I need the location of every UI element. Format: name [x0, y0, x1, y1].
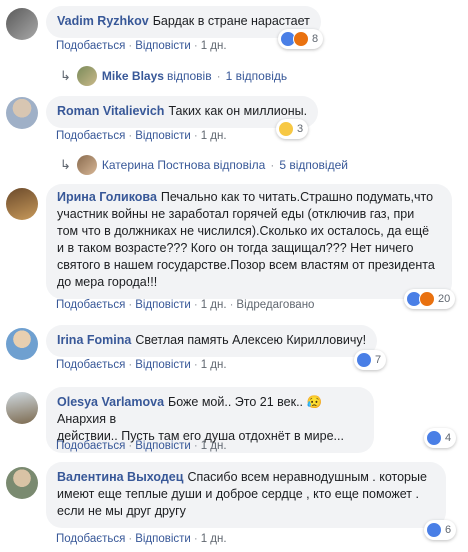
- reaction-count: 7: [375, 354, 382, 366]
- like-link[interactable]: Подобається: [56, 359, 125, 371]
- comment-author[interactable]: Irina Fomina: [57, 333, 131, 347]
- reply-arrow-icon: ↳: [60, 68, 71, 83]
- timestamp[interactable]: 1 дн.: [201, 533, 227, 545]
- like-reaction-icon: [426, 430, 442, 446]
- like-link[interactable]: Подобається: [56, 130, 125, 142]
- avatar: [76, 66, 97, 86]
- edited-label: Відредаговано: [236, 299, 315, 311]
- avatar[interactable]: [6, 188, 38, 220]
- comment-text: Бардак в стране нарастает: [152, 14, 310, 28]
- reaction-count: 4: [445, 432, 452, 444]
- timestamp[interactable]: 1 дн.: [201, 440, 227, 452]
- reply-author: Катерина Постнова: [101, 158, 211, 172]
- comment-author[interactable]: Валентина Выходец: [57, 470, 183, 484]
- reply-link[interactable]: Відповісти: [135, 533, 191, 545]
- comment-author[interactable]: Roman Vitalievich: [57, 104, 164, 118]
- like-reaction-icon: [426, 522, 442, 538]
- avatar[interactable]: [6, 97, 38, 129]
- avatar: [76, 155, 97, 175]
- comment-author[interactable]: Olesya Varlamova: [57, 395, 164, 409]
- reply-link[interactable]: Відповісти: [135, 40, 191, 52]
- comment-text: Светлая память Алексею Кирилловичу!: [135, 333, 367, 347]
- avatar[interactable]: [6, 467, 38, 499]
- reply-arrow-icon: ↳: [60, 157, 71, 172]
- reply-link[interactable]: Відповісти: [135, 299, 191, 311]
- reply-count: 5 відповідей: [279, 158, 348, 172]
- reactions-badge[interactable]: 4: [424, 428, 457, 448]
- reactions-badge[interactable]: 6: [424, 520, 457, 540]
- comment-actions: Подобається · Відповісти · 1 дн.: [56, 130, 227, 142]
- reaction-count: 20: [438, 293, 451, 305]
- comment-author[interactable]: Vadim Ryzhkov: [57, 14, 149, 28]
- reactions-badge[interactable]: 20: [404, 289, 456, 309]
- timestamp[interactable]: 1 дн.: [201, 299, 227, 311]
- avatar[interactable]: [6, 392, 38, 424]
- comment-actions: Подобається · Відповісти · 1 дн.: [56, 40, 227, 52]
- reply-link[interactable]: Відповісти: [135, 359, 191, 371]
- comment-bubble: Irina Fomina Светлая память Алексею Кирил…: [46, 325, 378, 357]
- angry-reaction-icon: [293, 31, 309, 47]
- reply-count: 1 відповідь: [225, 69, 288, 83]
- comment-text: Таких как он миллионы.: [168, 104, 308, 118]
- avatar[interactable]: [6, 328, 38, 360]
- view-replies[interactable]: ↳ Mike Blays відповів · 1 відповідь: [60, 66, 287, 86]
- reaction-count: 6: [445, 524, 452, 536]
- comment-actions: Подобається · Відповісти · 1 дн. · Відредагова…: [56, 299, 315, 311]
- like-reaction-icon: [356, 352, 372, 368]
- comment-actions: Подобається · Відповісти · 1 дн.: [56, 359, 227, 371]
- comment-author[interactable]: Ирина Голикова: [57, 190, 157, 204]
- like-link[interactable]: Подобається: [56, 40, 125, 52]
- timestamp[interactable]: 1 дн.: [201, 130, 227, 142]
- comment-bubble: Ирина Голикова Печально как то читать.Стр…: [46, 184, 452, 299]
- view-replies[interactable]: ↳ Катерина Постнова відповіла · 5 відповіде…: [60, 155, 348, 175]
- angry-reaction-icon: [419, 291, 435, 307]
- comment-actions: Подобається · Відповісти · 1 дн.: [56, 533, 227, 545]
- timestamp[interactable]: 1 дн.: [201, 359, 227, 371]
- reaction-count: 3: [297, 123, 304, 135]
- reactions-badge[interactable]: 3: [276, 119, 309, 139]
- reply-link[interactable]: Відповісти: [135, 440, 191, 452]
- reply-author: Mike Blays: [101, 69, 164, 83]
- like-link[interactable]: Подобається: [56, 440, 125, 452]
- reactions-badge[interactable]: 8: [278, 29, 324, 49]
- avatar[interactable]: [6, 8, 38, 40]
- comment-bubble: Валентина Выходец Спасибо всем неравнодуш…: [46, 462, 446, 528]
- reactions-badge[interactable]: 7: [354, 350, 387, 370]
- comment-actions: Подобається · Відповісти · 1 дн.: [56, 440, 227, 452]
- reply-link[interactable]: Відповісти: [135, 130, 191, 142]
- like-link[interactable]: Подобається: [56, 299, 125, 311]
- like-link[interactable]: Подобається: [56, 533, 125, 545]
- timestamp[interactable]: 1 дн.: [201, 40, 227, 52]
- sad-reaction-icon: [278, 121, 294, 137]
- reaction-count: 8: [312, 33, 319, 45]
